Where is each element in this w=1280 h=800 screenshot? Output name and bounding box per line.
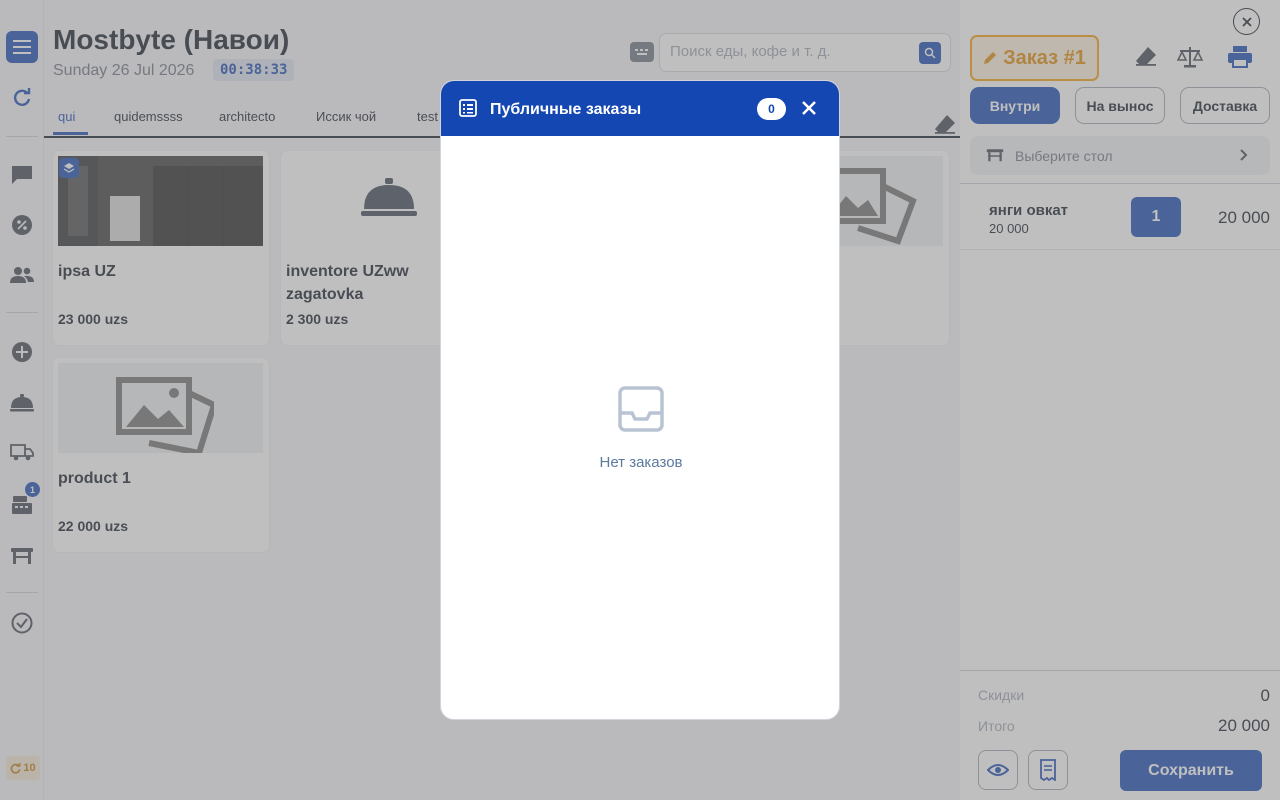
empty-state-text: Нет заказов [599,454,683,471]
list-icon [459,99,477,117]
modal-header: Публичные заказы 0 [441,81,839,136]
inbox-icon [618,386,664,432]
public-orders-modal: Публичные заказы 0 Нет заказов [440,80,840,720]
modal-close-button[interactable] [799,98,819,118]
modal-title: Публичные заказы [490,101,642,118]
orders-count-badge: 0 [757,98,786,120]
close-icon [802,101,816,115]
pos-app: 1 10 Mostbyte (Навои) Sunday 26 Jul 2026… [0,0,1280,800]
